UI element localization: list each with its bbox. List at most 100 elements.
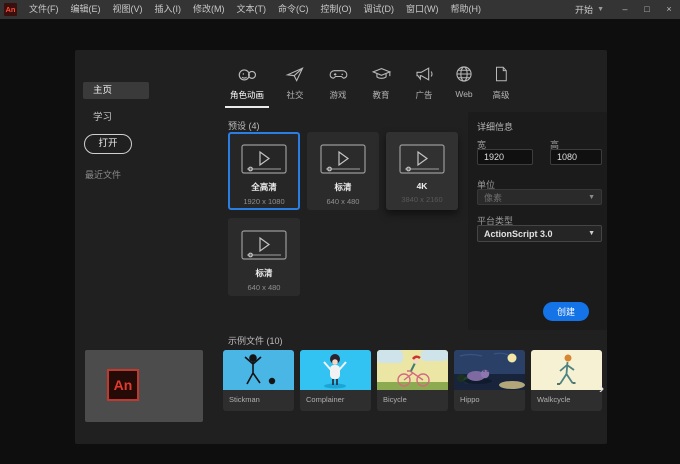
sample-card-hippo[interactable]: Hippo — [454, 350, 525, 411]
tab-games[interactable]: 游戏 — [321, 63, 355, 108]
sample-name: Complainer — [306, 395, 345, 404]
details-heading: 详细信息 — [477, 122, 514, 132]
megaphone-icon — [414, 63, 435, 85]
workspace-switcher[interactable]: 开始 ▼ — [565, 3, 614, 16]
sample-card-walkcycle[interactable]: Walkcycle — [531, 350, 602, 411]
chevron-down-icon: ▼ — [588, 193, 595, 201]
maximize-button[interactable]: □ — [636, 0, 658, 19]
document-icon — [492, 63, 510, 85]
minimize-button[interactable]: – — [614, 0, 636, 19]
width-input[interactable] — [477, 149, 533, 165]
sample-card-complainer[interactable]: Complainer — [300, 350, 371, 411]
height-input[interactable] — [550, 149, 602, 165]
carousel-next-button[interactable]: › — [596, 380, 607, 398]
presets-heading: 预设 (4) — [228, 121, 260, 131]
preset-card-sd[interactable]: 标清 640 x 480 — [307, 132, 379, 210]
menu-item-text[interactable]: 文本(T) — [231, 0, 273, 19]
unit-value: 像素 — [484, 192, 503, 203]
sample-name: Bicycle — [383, 395, 407, 404]
menu-item-view[interactable]: 视图(V) — [107, 0, 149, 19]
video-preset-icon — [320, 144, 366, 174]
menu-item-commands[interactable]: 命令(C) — [272, 0, 315, 19]
unit-select[interactable]: 像素 ▼ — [477, 189, 602, 205]
platform-select[interactable]: ActionScript 3.0 ▼ — [477, 225, 602, 242]
globe-icon — [454, 63, 474, 85]
video-preset-icon — [399, 144, 445, 174]
tab-underline — [278, 106, 312, 108]
preset-name: 4K — [416, 181, 428, 191]
tab-label: Web — [455, 89, 473, 99]
tab-label: 广告 — [415, 90, 433, 100]
paper-plane-icon — [285, 63, 305, 85]
platform-value: ActionScript 3.0 — [484, 228, 553, 239]
tab-advanced[interactable]: 高级 — [487, 63, 515, 108]
preset-card-sd-2[interactable]: 标清 640 x 480 — [228, 218, 300, 296]
tab-underline — [364, 106, 398, 108]
tab-underline — [321, 106, 355, 108]
preset-grid: 全高清 1920 x 1080 标清 640 x 480 4K 3840 x 2… — [228, 132, 458, 297]
samples-heading: 示例文件 (10) — [228, 336, 283, 346]
sample-name: Stickman — [229, 395, 260, 404]
preset-name: 全高清 — [251, 182, 277, 192]
sample-card-bicycle[interactable]: Bicycle — [377, 350, 448, 411]
sample-card-stickman[interactable]: Stickman — [223, 350, 294, 411]
graduation-cap-icon — [371, 63, 392, 85]
character-icon — [236, 63, 258, 85]
preset-dimensions: 3840 x 2160 — [401, 195, 443, 204]
tab-education[interactable]: 教育 — [364, 63, 398, 108]
menu-item-window[interactable]: 窗口(W) — [400, 0, 445, 19]
tab-web[interactable]: Web — [450, 63, 478, 106]
preset-name: 标清 — [334, 182, 352, 192]
tab-underline — [450, 104, 478, 106]
menu-item-edit[interactable]: 编辑(E) — [65, 0, 107, 19]
preset-name: 标清 — [255, 268, 273, 278]
tab-label: 角色动画 — [229, 90, 264, 100]
preset-dimensions: 1920 x 1080 — [243, 197, 285, 206]
samples-row: Stickman Complainer Bicycle Hippo Walkcy… — [223, 350, 602, 411]
menu-item-modify[interactable]: 修改(M) — [187, 0, 231, 19]
complainer-thumbnail — [300, 350, 371, 390]
open-button[interactable]: 打开 — [84, 134, 132, 154]
animate-logo-icon: An — [107, 369, 139, 401]
sidebar-item-learn[interactable]: 学习 — [93, 109, 112, 123]
bicycle-thumbnail — [377, 350, 448, 390]
workspace-label: 开始 — [575, 5, 594, 15]
app-logo-icon: An — [4, 3, 17, 16]
stickman-thumbnail — [223, 350, 294, 390]
preset-card-4k[interactable]: 4K 3840 x 2160 — [386, 132, 458, 210]
video-preset-icon — [241, 230, 287, 260]
close-button[interactable]: × — [658, 0, 680, 19]
tab-ads[interactable]: 广告 — [407, 63, 441, 108]
hippo-thumbnail — [454, 350, 525, 390]
tab-social[interactable]: 社交 — [278, 63, 312, 108]
welcome-screen-panel: 主页 学习 打开 最近文件 角色动画 社交 游戏 教育 广告 Web 高级 预设… — [75, 50, 607, 444]
gamepad-icon — [328, 63, 349, 85]
preset-dimensions: 640 x 480 — [326, 197, 360, 206]
create-button[interactable]: 创建 — [543, 302, 589, 321]
video-preset-icon — [241, 144, 287, 174]
category-tabs: 角色动画 社交 游戏 教育 广告 Web 高级 — [225, 63, 515, 108]
menu-item-control[interactable]: 控制(O) — [315, 0, 358, 19]
tab-label: 游戏 — [329, 90, 347, 100]
menu-item-insert[interactable]: 插入(I) — [149, 0, 188, 19]
menubar: An 文件(F) 编辑(E) 视图(V) 插入(I) 修改(M) 文本(T) 命… — [0, 0, 680, 19]
menu-item-help[interactable]: 帮助(H) — [445, 0, 488, 19]
menu-item-file[interactable]: 文件(F) — [23, 0, 65, 19]
tab-label: 社交 — [286, 90, 304, 100]
tab-underline — [407, 106, 441, 108]
walkcycle-thumbnail — [531, 350, 602, 390]
sample-name: Hippo — [460, 395, 480, 404]
menubar-right-group: 开始 ▼ – □ × — [565, 0, 680, 19]
tab-label: 高级 — [492, 90, 510, 100]
animate-brand-card: An — [85, 350, 203, 422]
preset-card-fullhd[interactable]: 全高清 1920 x 1080 — [228, 132, 300, 210]
tab-label: 教育 — [372, 90, 390, 100]
chevron-down-icon: ▼ — [588, 230, 595, 237]
menu-item-debug[interactable]: 调试(D) — [358, 0, 401, 19]
tab-underline — [487, 106, 515, 108]
tab-character-animation[interactable]: 角色动画 — [225, 63, 269, 108]
sidebar-item-home[interactable]: 主页 — [83, 82, 149, 99]
sample-name: Walkcycle — [537, 395, 571, 404]
chevron-down-icon: ▼ — [597, 6, 604, 13]
preset-dimensions: 640 x 480 — [247, 283, 281, 292]
